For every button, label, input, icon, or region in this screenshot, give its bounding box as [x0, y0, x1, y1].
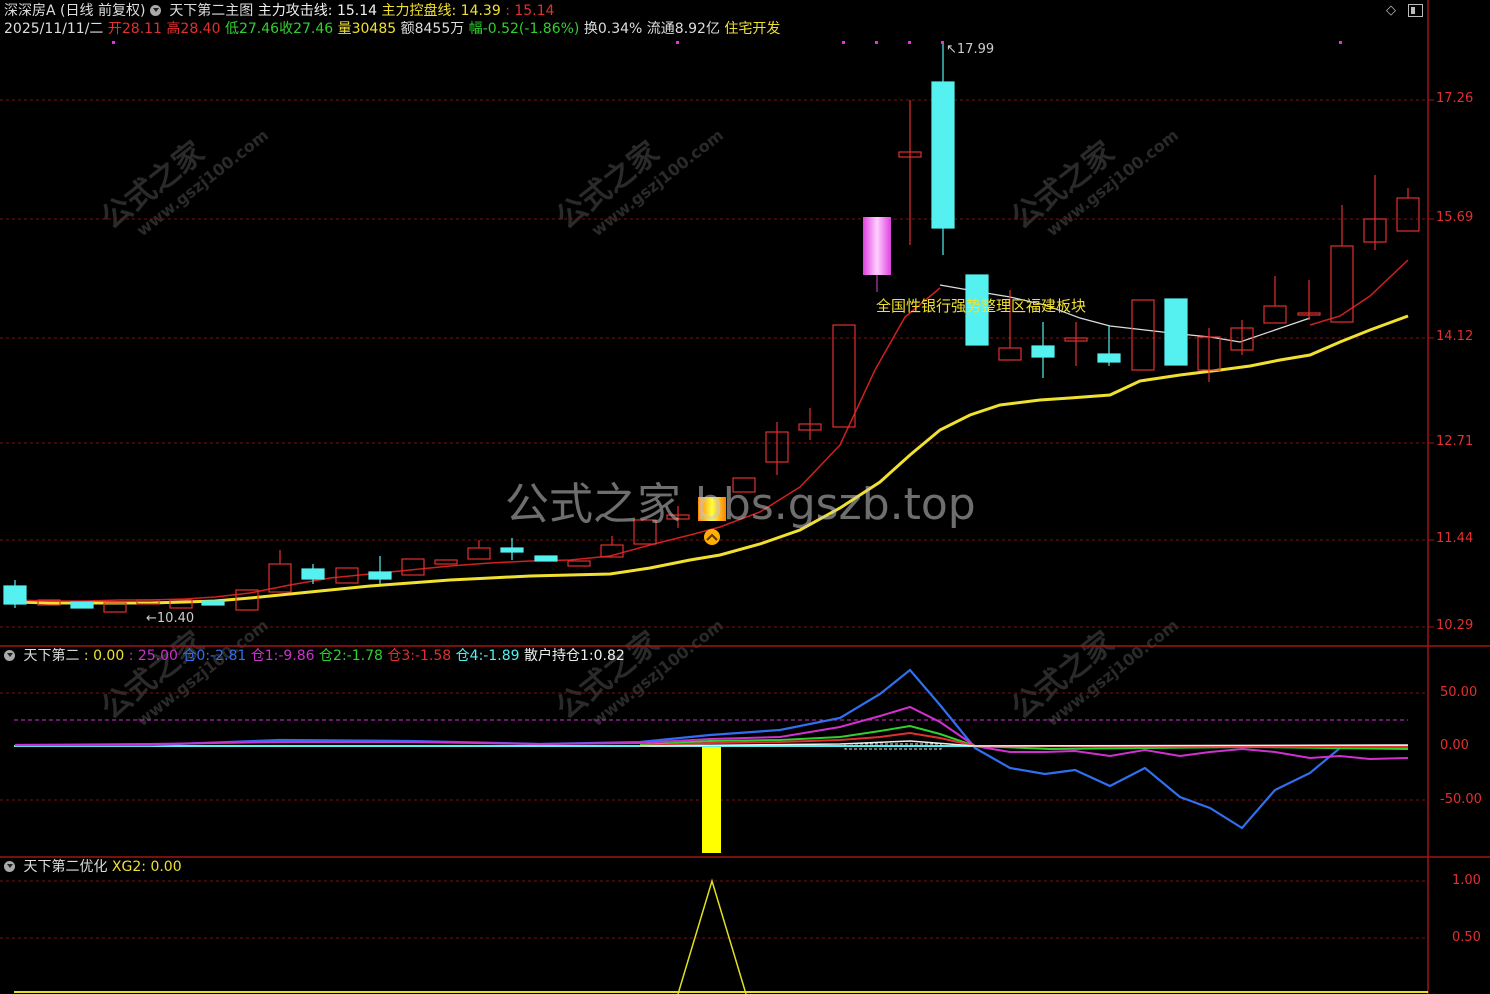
indicator2-axis-label: 0.50 [1452, 930, 1481, 945]
retail-label: 散户持仓1: [523, 648, 594, 664]
low-value: 27.46 [238, 21, 280, 37]
change-value: -0.52(-1.86%) [482, 21, 580, 37]
amount-label: 额 [400, 21, 415, 37]
high-price-mark: ↖17.99 [946, 42, 995, 57]
close-value: 27.46 [293, 21, 334, 37]
open-value: 28.11 [121, 21, 162, 37]
indicator1-axis-label: 50.00 [1440, 685, 1478, 700]
c2-value: -1.78 [346, 648, 383, 664]
indicator1-axis-label: -50.00 [1440, 792, 1482, 807]
period-label[interactable]: (日线 前复权) [60, 3, 145, 19]
indicator1-v0: : 0.00 [83, 648, 125, 664]
volume-label: 量 [337, 21, 352, 37]
window-toggle-icon[interactable] [1408, 4, 1423, 17]
xg-label: XG2: [111, 859, 146, 875]
center-watermark: 公式之家 bbs.gszb.top [505, 479, 976, 530]
indicator1-v1: : 25.00 [128, 648, 178, 664]
main-indicator-name[interactable]: 天下第二主图 [169, 3, 253, 19]
indicator2-menu-icon[interactable] [4, 861, 15, 872]
c3-label: 仓3: [387, 648, 415, 664]
c1-value: -9.86 [278, 648, 315, 664]
open-label: 开 [107, 21, 122, 37]
indicator1-name[interactable]: 天下第二 [23, 648, 79, 664]
indicator2-axis-label: 1.00 [1452, 873, 1481, 888]
volume-value: 30485 [351, 21, 397, 37]
indicator2-header: 天下第二优化 XG2: 0.00 [4, 858, 182, 876]
turnover-value: 0.34% [597, 21, 643, 37]
indicator1-menu-icon[interactable] [4, 650, 15, 661]
control-line-value: 14.39 [460, 3, 501, 19]
indicator-menu-icon[interactable] [149, 5, 161, 16]
sector-label[interactable]: 住宅开发 [724, 21, 780, 37]
axis-label: 15.69 [1436, 210, 1474, 225]
retail-value: 0.82 [593, 648, 625, 664]
control-line-extra: : 15.14 [505, 3, 555, 19]
high-label: 高 [166, 21, 181, 37]
indicator2-name[interactable]: 天下第二优化 [23, 859, 107, 875]
axis-label: 14.12 [1436, 329, 1474, 344]
axis-label: 17.26 [1436, 91, 1474, 106]
header-line-1: 深深房A (日线 前复权) 天下第二主图 主力攻击线: 15.14 主力控盘线:… [4, 2, 554, 20]
axis-label: 12.71 [1436, 434, 1474, 449]
turnover-label: 换 [583, 21, 598, 37]
axis-label: 11.44 [1436, 531, 1474, 546]
low-label: 低 [224, 21, 239, 37]
float-label: 流通 [646, 21, 675, 37]
attack-line-label: 主力攻击线: [257, 3, 333, 19]
c4-label: 仓4: [455, 648, 484, 664]
sector-annotation: 全国性银行强势整理区福建板块 [876, 297, 1087, 315]
c0-value: -2.81 [210, 648, 247, 664]
c2-label: 仓2: [319, 648, 347, 664]
control-line-label: 主力控盘线: [381, 3, 457, 19]
change-label: 幅 [468, 21, 483, 37]
stock-name[interactable]: 深深房A [4, 3, 56, 19]
header-line-2: 2025/11/11/二 开28.11 高28.40 低27.46收27.46 … [4, 20, 780, 38]
low-price-mark: ←10.40 [146, 611, 195, 626]
diamond-icon[interactable]: ◇ [1386, 3, 1396, 18]
axis-label: 10.29 [1436, 618, 1474, 633]
indicator1-header: 天下第二 : 0.00 : 25.00 仓0:-2.81 仓1:-9.86 仓2… [4, 647, 625, 665]
c1-label: 仓1: [250, 648, 279, 664]
xg-value: 0.00 [150, 859, 182, 875]
c4-value: -1.89 [483, 648, 520, 664]
amount-value: 8455万 [414, 21, 465, 37]
close-label: 收 [279, 21, 294, 37]
float-value: 8.92亿 [674, 21, 720, 37]
attack-line-value: 15.14 [336, 3, 378, 19]
high-value: 28.40 [180, 21, 221, 37]
indicator1-axis-label: 0.00 [1440, 738, 1469, 753]
quote-date: 2025/11/11/二 [4, 21, 104, 37]
c3-value: -1.58 [414, 648, 452, 664]
c0-label: 仓0: [182, 648, 211, 664]
